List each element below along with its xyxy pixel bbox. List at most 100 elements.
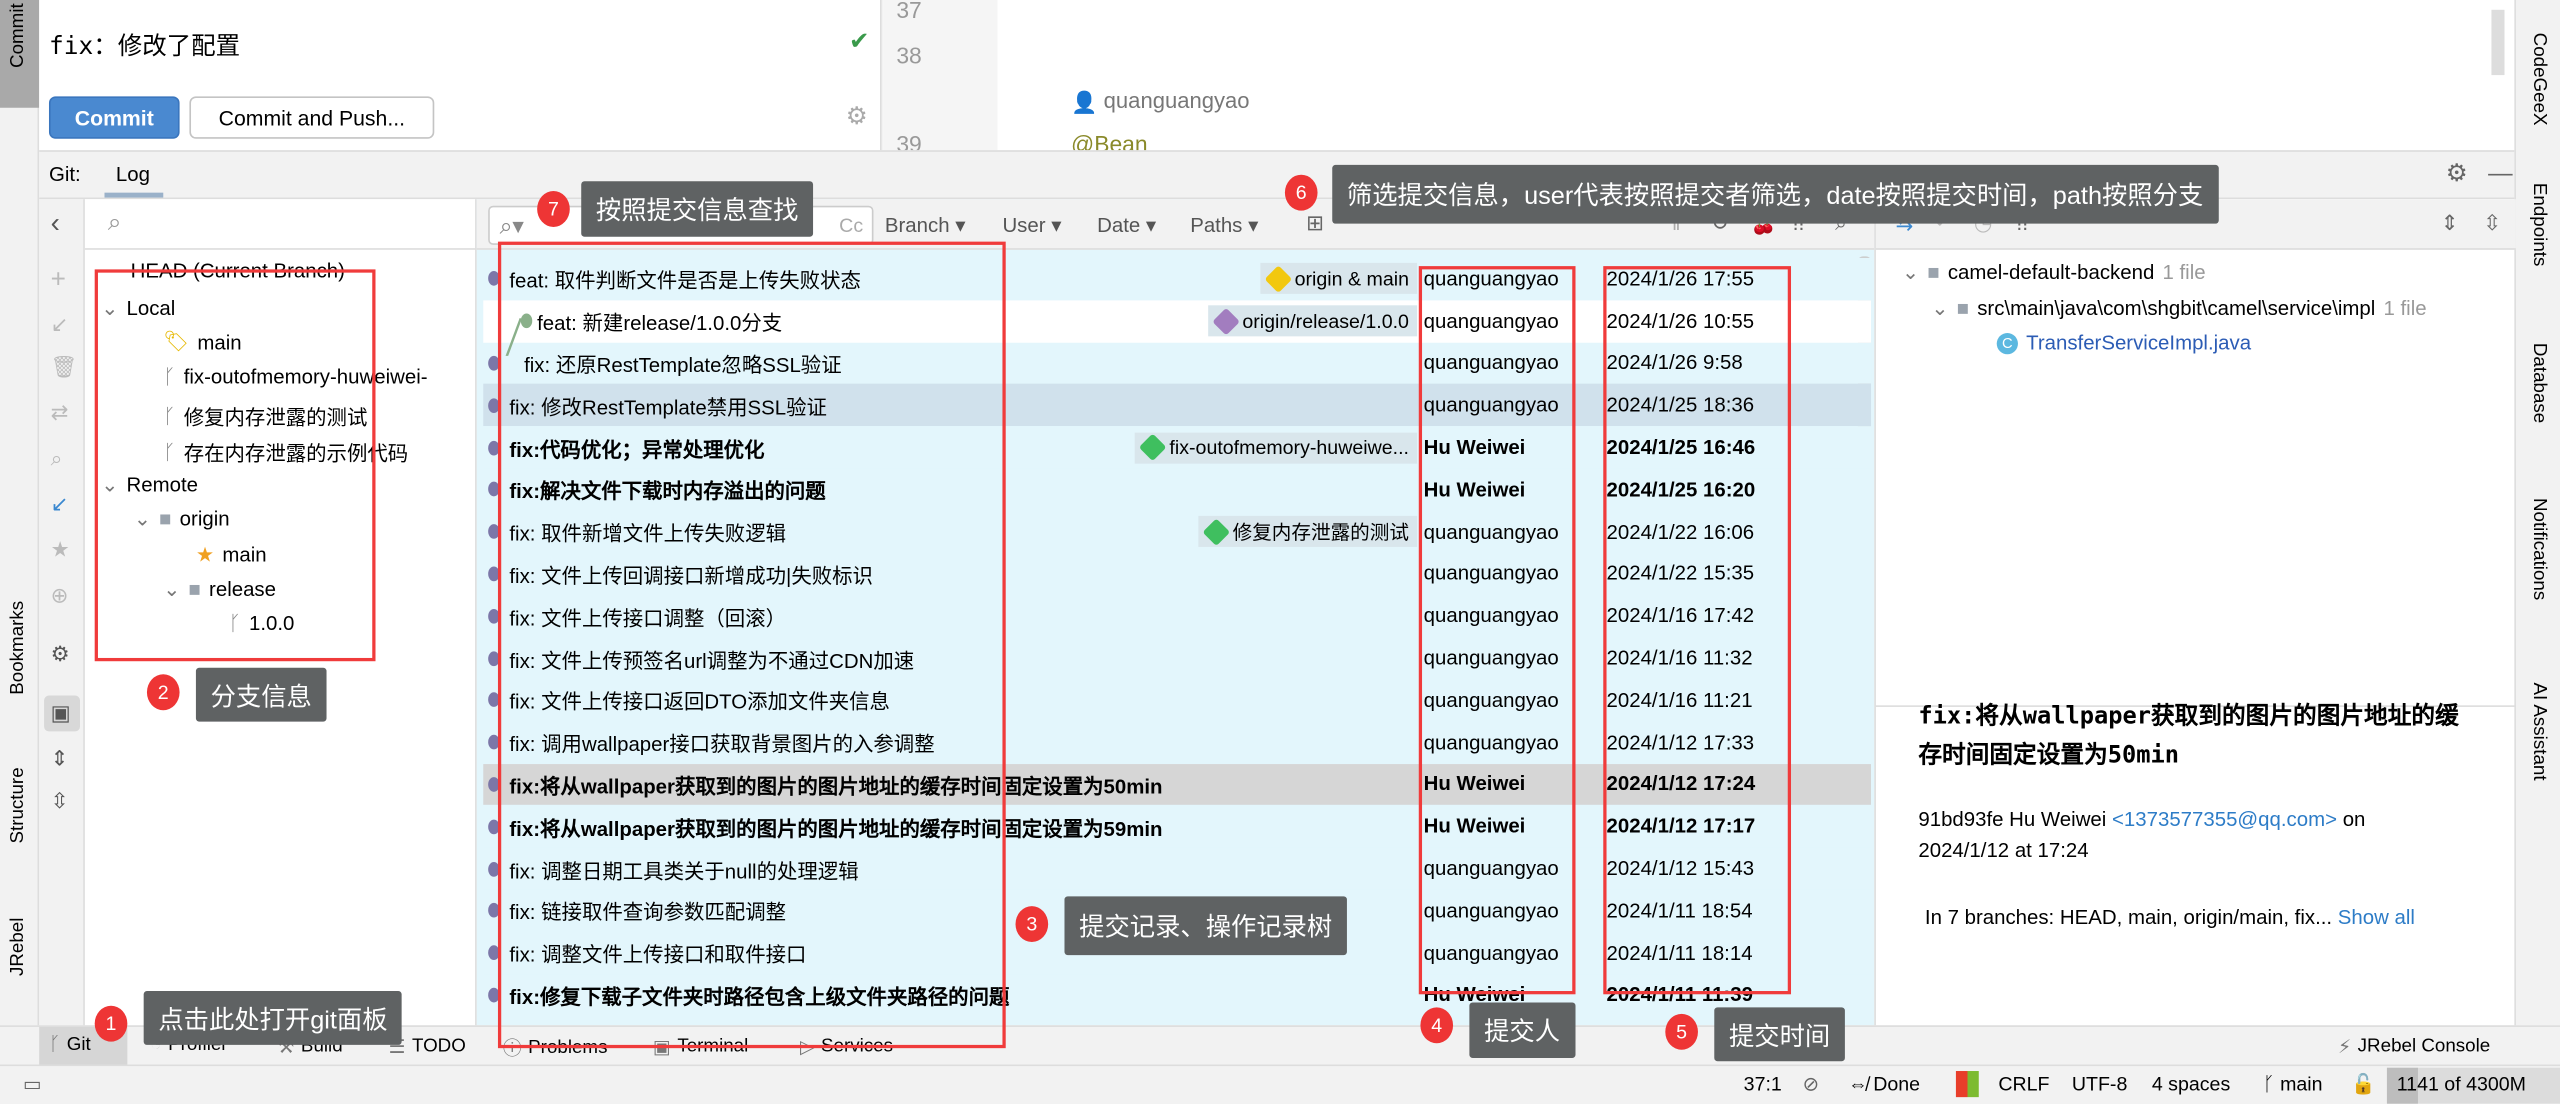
commit-and-push-button[interactable]: Commit and Push...: [189, 96, 435, 139]
show-all-link[interactable]: Show all: [2338, 906, 2415, 929]
collapse-all-icon[interactable]: ⇳: [2483, 212, 2501, 233]
commit-message-input[interactable]: fix：修改了配置: [49, 28, 240, 62]
search-icon: ⌕▾: [499, 212, 524, 239]
commit-button[interactable]: Commit: [48, 96, 180, 139]
memory-indicator[interactable]: 1141 of 4300M: [2386, 1067, 2560, 1104]
log-toolbar: ‹ + ↙ 🗑 ⇄ ⌕ ↙ ★ ⊕ ⚙ ▣ ⇕ ⇳: [39, 199, 85, 1026]
minimize-icon[interactable]: —: [2488, 162, 2512, 186]
gear-icon[interactable]: ⚙: [846, 104, 868, 128]
branches-list: In 7 branches: HEAD, main, origin/main, …: [1924, 906, 2333, 929]
branch-search-input[interactable]: ⌕: [84, 199, 477, 250]
target-icon[interactable]: ⊕: [51, 584, 69, 605]
ide-window: Commit Bookmarks Structure JRebel CodeGe…: [0, 0, 2560, 1104]
checkout-icon[interactable]: ↙: [51, 313, 69, 334]
ref-label[interactable]: origin/release/1.0.0: [1208, 305, 1418, 337]
code-author-hint: quanguangyao: [1103, 88, 1250, 113]
ref-label[interactable]: 修复内存泄露的测试: [1198, 516, 1418, 548]
annotation-number: 5: [1665, 1013, 1698, 1050]
folder-icon: ▣: [50, 700, 71, 725]
tab-log[interactable]: Log: [116, 163, 150, 186]
bookmarks-tab[interactable]: Bookmarks: [8, 601, 28, 695]
class-icon: C: [1996, 332, 2018, 354]
changed-file[interactable]: C TransferServiceImpl.java: [1996, 331, 2251, 354]
tool-label: JRebel Console: [2357, 1036, 2491, 1057]
gear-icon[interactable]: ⚙: [51, 643, 70, 664]
git-label: Git:: [48, 163, 81, 187]
collapse-all-icon[interactable]: ⇳: [51, 790, 69, 811]
structure-tab[interactable]: Structure: [8, 767, 28, 843]
update-icon[interactable]: ↙: [51, 493, 69, 514]
line-number: 38: [896, 42, 922, 69]
annotation-tooltip: 点击此处打开git面板: [143, 991, 403, 1045]
author-email-link[interactable]: <1373577355@qq.com>: [2112, 808, 2337, 831]
paths-filter-label: Paths: [1190, 213, 1243, 237]
codegeex-tab[interactable]: CodeGeeX: [2529, 33, 2549, 126]
search-icon[interactable]: ⌕: [51, 447, 63, 468]
expand-all-icon[interactable]: ⇕: [2441, 212, 2459, 233]
file-count: 1 file: [2162, 260, 2206, 284]
changed-project[interactable]: ⌄ ■ camel-default-backend 1 file: [1902, 260, 2206, 284]
annotation-box-branches: [94, 269, 376, 662]
date-filter[interactable]: Date ▾: [1097, 212, 1156, 237]
commit-date: 2024/1/12 at 17:24: [1918, 839, 2089, 863]
ref-label[interactable]: fix-outofmemory-huweiwe...: [1135, 431, 1418, 463]
notifications-tab[interactable]: Notifications: [2529, 498, 2549, 600]
annotation-number: 1: [94, 1005, 128, 1042]
chevron-left-icon[interactable]: ‹: [51, 209, 60, 237]
no-sync-icon[interactable]: ⊘: [1802, 1073, 1818, 1096]
ref-label[interactable]: origin & main: [1260, 263, 1418, 295]
expand-all-icon[interactable]: ⇕: [51, 748, 69, 769]
line-number: 37: [896, 0, 922, 23]
gear-icon[interactable]: ⚙: [2446, 162, 2468, 186]
caret-position[interactable]: 37:1: [1744, 1073, 1782, 1096]
annotation-box-author: [1418, 266, 1576, 995]
tab-underline: [104, 192, 164, 198]
line-separator[interactable]: CRLF: [1998, 1073, 2049, 1096]
paths-filter[interactable]: Paths ▾: [1190, 212, 1258, 237]
database-tab[interactable]: Database: [2529, 343, 2549, 423]
changed-path[interactable]: ⌄ ■ src\main\java\com\shgbit\camel\service…: [1931, 296, 2512, 320]
star-icon[interactable]: ★: [51, 539, 70, 560]
path-name: src\main\java\com\shgbit\camel\service\i…: [1977, 296, 2376, 320]
memory-label: 1141 of 4300M: [2396, 1072, 2526, 1096]
status-done[interactable]: ⇎ Done: [1848, 1073, 1920, 1096]
ref-name: fix-outofmemory-huweiwe...: [1169, 436, 1409, 459]
tool-jrebel-console[interactable]: ⚡ JRebel Console: [2338, 1035, 2490, 1058]
file-encoding[interactable]: UTF-8: [2072, 1073, 2128, 1096]
search-icon: ⌕: [107, 208, 122, 237]
merge-icon[interactable]: ⇄: [51, 402, 69, 423]
tool-git[interactable]: ᚴ Git: [49, 1035, 91, 1055]
git-branch-widget[interactable]: ᚴ main: [2263, 1073, 2323, 1096]
new-tab-icon[interactable]: ⊞: [1306, 212, 1324, 233]
commit-details-panel: ⇆ ↶ ◷ ⁞⁞ ⇕ ⇳ ⌄■camel-default-backend1 fi…: [1874, 199, 2516, 1026]
annotation-number: 4: [1420, 1007, 1454, 1044]
endpoints-tab[interactable]: Endpoints: [2529, 183, 2549, 267]
tag-icon: [1202, 517, 1231, 546]
layout-toggle-icon[interactable]: ▭: [23, 1073, 42, 1096]
branch-filter[interactable]: Branch ▾: [885, 212, 966, 237]
windows-icon: [1955, 1071, 1979, 1098]
plus-icon[interactable]: +: [51, 267, 66, 294]
jrebel-tab[interactable]: JRebel: [8, 918, 28, 976]
annotation-number: 3: [1015, 906, 1049, 943]
editor-scrollbar[interactable]: [2491, 9, 2505, 76]
annotation-number: 7: [537, 191, 570, 227]
user-filter[interactable]: User ▾: [1002, 212, 1061, 237]
match-case-toggle[interactable]: Cc: [839, 214, 863, 237]
annotation-tooltip: 分支信息: [195, 667, 327, 722]
branch-name: main: [2280, 1072, 2323, 1096]
commit-tool-tab[interactable]: Commit: [0, 0, 40, 108]
commit-tab-label: Commit: [8, 3, 28, 68]
delete-icon[interactable]: 🗑: [51, 356, 78, 377]
lock-icon[interactable]: 🔓: [2351, 1073, 2375, 1096]
commit-subject: fix:将从wallpaper获取到的图片的图片地址的缓存时间固定设置为50mi…: [1918, 703, 2459, 769]
left-tool-strip: Commit Bookmarks Structure JRebel: [0, 0, 40, 1026]
indent-setting[interactable]: 4 spaces: [2152, 1073, 2230, 1096]
hash-author: 91bd93fe Hu Weiwei: [1918, 808, 2107, 832]
tag-icon: [1264, 265, 1293, 293]
ref-name: 修复内存泄露的测试: [1232, 521, 1409, 544]
commit-meta: 91bd93fe Hu Weiwei <1373577355@qq.com> o…: [1918, 805, 2506, 867]
project-name: camel-default-backend: [1947, 260, 2155, 284]
ai-assistant-tab[interactable]: AI Assistant: [2529, 682, 2549, 780]
annotation-box-commits: [497, 241, 1006, 1049]
